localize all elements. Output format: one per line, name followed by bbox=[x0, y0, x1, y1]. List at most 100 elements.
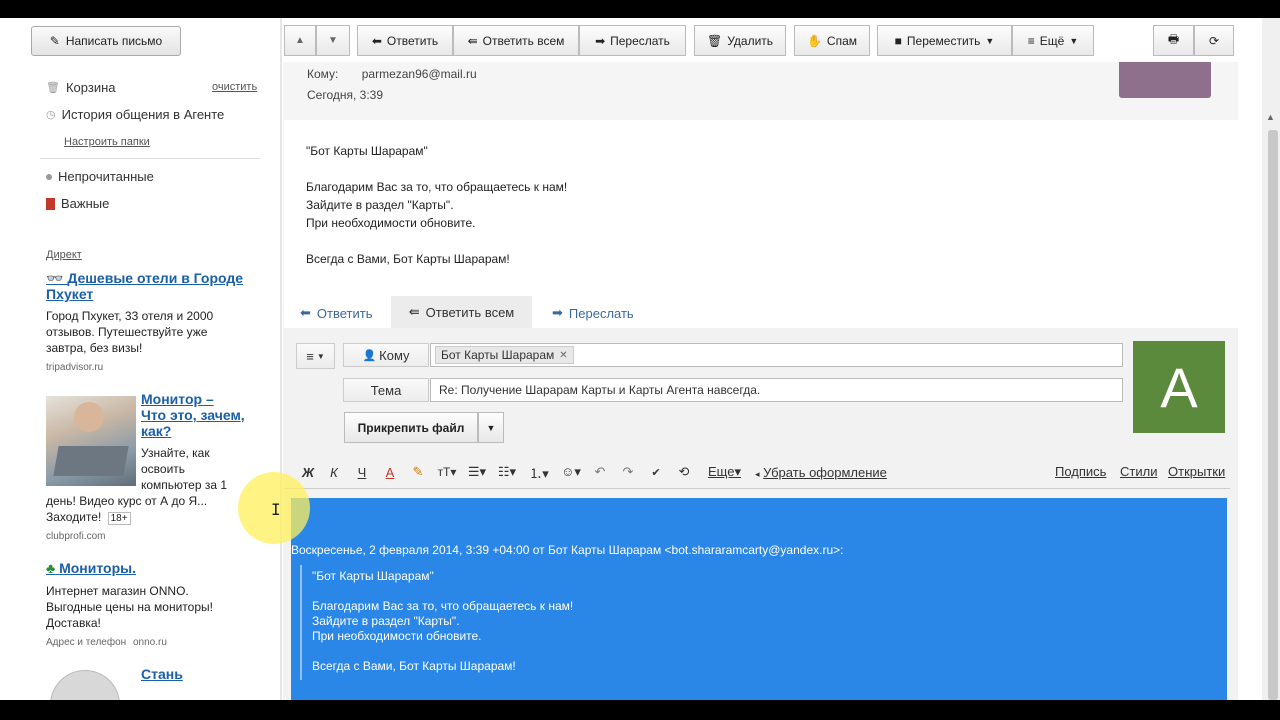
delete-button[interactable]: 🗑 Удалить bbox=[694, 25, 786, 56]
fields-menu-button[interactable]: ≡ ▼ bbox=[296, 343, 335, 369]
editor-more-button[interactable]: Еще▾ bbox=[708, 464, 741, 480]
body-line: Зайдите в раздел "Карты". bbox=[306, 198, 454, 212]
ad-3-source-label[interactable]: Адрес и телефон bbox=[46, 637, 126, 648]
chevron-down-icon: ▼ bbox=[486, 422, 496, 433]
quick-reply-link[interactable]: ⬅ Ответить bbox=[300, 305, 372, 321]
to-label: Кому: bbox=[307, 67, 339, 81]
body-line: При необходимости обновите. bbox=[306, 216, 476, 230]
more-button[interactable]: ≡ Ещё ▼ bbox=[1012, 25, 1094, 56]
sidebar-divider bbox=[40, 158, 260, 159]
scrollbar-thumb[interactable] bbox=[1268, 130, 1278, 700]
more-label: Ещё bbox=[1039, 33, 1065, 48]
next-message-button[interactable]: ▼ bbox=[316, 25, 350, 56]
reply-button[interactable]: ⬅ Ответить bbox=[357, 25, 453, 56]
redo-icon[interactable]: ↷ bbox=[614, 464, 642, 480]
quote-line: "Бот Карты Шарарам" bbox=[312, 569, 434, 583]
ad-2-title[interactable]: Монитор – Что это, зачем, как? bbox=[141, 391, 261, 439]
ad-4-title[interactable]: Стань bbox=[141, 666, 183, 682]
setup-folders-link[interactable]: Настроить папки bbox=[64, 136, 150, 148]
person-icon: 👤 bbox=[362, 349, 377, 362]
body-line: Благодарим Вас за то, что обращаетесь к … bbox=[306, 180, 568, 194]
ad-2-line: день! Видео курс от А до Я... bbox=[46, 494, 208, 508]
ad-3-source-domain[interactable]: onno.ru bbox=[133, 637, 167, 648]
ad-2-text-bottom: день! Видео курс от А до Я... Заходите! … bbox=[46, 493, 207, 527]
spam-button[interactable]: ✋ Спам bbox=[794, 25, 870, 56]
ad-4-image[interactable] bbox=[50, 670, 120, 700]
font-size-icon[interactable]: тT▾ bbox=[432, 465, 462, 479]
italic-button[interactable]: К bbox=[320, 465, 348, 480]
ad-3-title[interactable]: ♣ Мониторы. bbox=[46, 560, 136, 576]
forward-icon: ➡ bbox=[595, 33, 606, 48]
emoji-icon[interactable]: ☺▾ bbox=[556, 464, 586, 480]
refresh-button[interactable]: ⟳ bbox=[1194, 25, 1234, 56]
ad-2-line-last: Заходите! 18+ bbox=[46, 509, 207, 527]
folder-trash[interactable]: 🗑 Корзина bbox=[46, 80, 116, 95]
text-color-icon[interactable]: A bbox=[376, 465, 404, 480]
prev-message-button[interactable]: ▲ bbox=[284, 25, 316, 56]
spellcheck-icon[interactable]: ✔ bbox=[642, 466, 670, 479]
subject-field[interactable]: Re: Получение Шарарам Карты и Карты Аген… bbox=[430, 378, 1123, 402]
to-address[interactable]: parmezan96@mail.ru bbox=[362, 67, 477, 81]
align-icon[interactable]: ☰▾ bbox=[462, 464, 492, 480]
attach-file-button[interactable]: Прикрепить файл bbox=[344, 412, 478, 443]
ad-2-image[interactable] bbox=[46, 396, 136, 486]
ad-2-source[interactable]: clubprofi.com bbox=[46, 531, 105, 542]
signature-link[interactable]: Подпись bbox=[1055, 464, 1106, 479]
scroll-up-icon[interactable]: ▲ bbox=[1266, 112, 1275, 122]
filter-unread[interactable]: Непрочитанные bbox=[46, 169, 154, 184]
quote-bar bbox=[300, 565, 302, 680]
ad-1-title[interactable]: 👓 Дешевые отели в Городе Пхукет bbox=[46, 270, 261, 302]
left-sidebar: ✎ Написать письмо 🗑 Корзина очистить ◷ И… bbox=[0, 18, 280, 700]
printer-icon: 🖶 bbox=[1167, 32, 1180, 46]
chevron-down-icon: ▼ bbox=[316, 351, 325, 361]
ad-3-source[interactable]: Адрес и телефон onno.ru bbox=[46, 637, 167, 648]
forward-button[interactable]: ➡ Переслать bbox=[579, 25, 686, 56]
chevron-down-icon: ▼ bbox=[1069, 35, 1079, 46]
undo-icon[interactable]: ↶ bbox=[586, 464, 614, 480]
ad-3-line: Доставка! bbox=[46, 616, 101, 630]
filter-important[interactable]: Важные bbox=[46, 196, 109, 211]
menu-icon: ≡ bbox=[1027, 33, 1035, 48]
recipient-chip[interactable]: Бот Карты Шарарам ✕ bbox=[435, 346, 574, 364]
quick-forward-link[interactable]: ➡ Переслать bbox=[552, 305, 634, 321]
list-icon[interactable]: ⒈▾ bbox=[522, 463, 556, 482]
close-icon[interactable]: ✕ bbox=[559, 350, 567, 361]
to-field[interactable]: Бот Карты Шарарам ✕ bbox=[430, 343, 1123, 367]
forward-label: Переслать bbox=[610, 33, 670, 48]
folder-agent-history[interactable]: ◷ История общения в Агенте bbox=[46, 107, 224, 122]
quick-reply-all-tab[interactable]: ⇚ Ответить всем bbox=[391, 296, 532, 328]
highlight-icon[interactable]: ✎ bbox=[404, 464, 432, 480]
ad-2-title-line[interactable]: Монитор – bbox=[141, 391, 261, 407]
quote-header: Воскресенье, 2 февраля 2014, 3:39 +04:00… bbox=[291, 543, 844, 557]
my-avatar: А bbox=[1133, 341, 1225, 433]
reply-all-button[interactable]: ⇚ Ответить всем bbox=[453, 25, 579, 56]
ad-2-line: освоить bbox=[141, 462, 186, 476]
sender-avatar bbox=[1119, 62, 1211, 98]
bold-button[interactable]: Ж bbox=[296, 465, 320, 480]
print-button[interactable]: 🖶 bbox=[1153, 25, 1194, 56]
indent-icon[interactable]: ☷▾ bbox=[492, 464, 522, 480]
clear-formatting-button[interactable]: ◂ Убрать оформление bbox=[755, 465, 887, 480]
to-field-label[interactable]: 👤 Кому bbox=[343, 343, 429, 367]
ad-2-text-side: Узнайте, как освоить компьютер за 1 bbox=[141, 445, 227, 493]
empty-trash-link[interactable]: очистить bbox=[212, 81, 257, 93]
ad-2-title-line[interactable]: как? bbox=[141, 423, 261, 439]
cards-link[interactable]: Открытки bbox=[1168, 464, 1225, 479]
reply-label: Ответить bbox=[386, 33, 439, 48]
attach-options-button[interactable]: ▼ bbox=[478, 412, 504, 443]
laptop-shape bbox=[53, 446, 129, 476]
reply-icon: ⬅ bbox=[371, 33, 382, 48]
ad-1-source[interactable]: tripadvisor.ru bbox=[46, 362, 103, 373]
underline-button[interactable]: Ч bbox=[348, 465, 376, 480]
translate-icon[interactable]: ⟲ bbox=[670, 464, 698, 480]
ad-2-title-line[interactable]: Что это, зачем, bbox=[141, 407, 261, 423]
compose-button[interactable]: ✎ Написать письмо bbox=[31, 26, 181, 56]
quick-reply-all-label: Ответить всем bbox=[425, 304, 515, 320]
move-button[interactable]: ■ Переместить ▼ bbox=[877, 25, 1012, 56]
ad-3-title-text[interactable]: Мониторы. bbox=[59, 560, 136, 576]
editor-divider bbox=[284, 488, 1230, 489]
ads-header[interactable]: Директ bbox=[46, 249, 82, 261]
styles-link[interactable]: Стили bbox=[1120, 464, 1157, 479]
ad-1-title-text[interactable]: Дешевые отели в Городе Пхукет bbox=[46, 270, 243, 302]
